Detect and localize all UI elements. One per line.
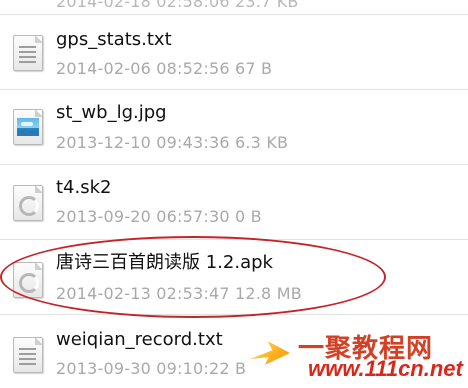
file-row-tang-poems-apk[interactable]: 唐诗三百首朗读版 1.2.apk 2014-02-13 02:53:47 12.… xyxy=(0,240,468,314)
file-name: t4.sk2 xyxy=(56,177,112,198)
partial-file-row[interactable]: 2014-02-18 02:58:06 23.7 KB xyxy=(0,0,468,14)
file-meta: 2014-02-13 02:53:47 12.8 MB xyxy=(56,284,302,303)
apk-file-icon xyxy=(13,262,43,298)
file-row-gps-stats[interactable]: gps_stats.txt 2014-02-06 08:52:56 67 B xyxy=(0,15,468,89)
generic-file-icon xyxy=(13,185,43,221)
file-manager-screen: 2014-02-18 02:58:06 23.7 KB gps_stats.tx… xyxy=(0,0,468,388)
file-meta: 2013-09-20 06:57:30 0 B xyxy=(56,207,262,226)
text-file-icon xyxy=(13,35,43,71)
file-row-st-wb-lg[interactable]: st_wb_lg.jpg 2013-12-10 09:43:36 6.3 KB xyxy=(0,90,468,164)
file-row-t4-sk2[interactable]: t4.sk2 2013-09-20 06:57:30 0 B xyxy=(0,165,468,239)
file-name: gps_stats.txt xyxy=(56,29,172,50)
watermark-url: www.111cn.net xyxy=(308,356,463,381)
file-name: st_wb_lg.jpg xyxy=(56,102,167,123)
text-file-icon xyxy=(13,337,43,373)
file-meta: 2013-09-30 09:10:22 B xyxy=(56,359,247,378)
file-meta: 2014-02-06 08:52:56 67 B xyxy=(56,59,273,78)
file-meta: 2013-12-10 09:43:36 6.3 KB xyxy=(56,133,289,152)
partial-file-meta: 2014-02-18 02:58:06 23.7 KB xyxy=(56,0,299,11)
image-file-icon xyxy=(13,109,43,145)
watermark-arrow-icon xyxy=(250,341,290,365)
file-name: weiqian_record.txt xyxy=(56,329,223,350)
site-watermark: 一聚教程网 www.111cn.net xyxy=(250,328,463,381)
file-name: 唐诗三百首朗读版 1.2.apk xyxy=(56,252,273,273)
